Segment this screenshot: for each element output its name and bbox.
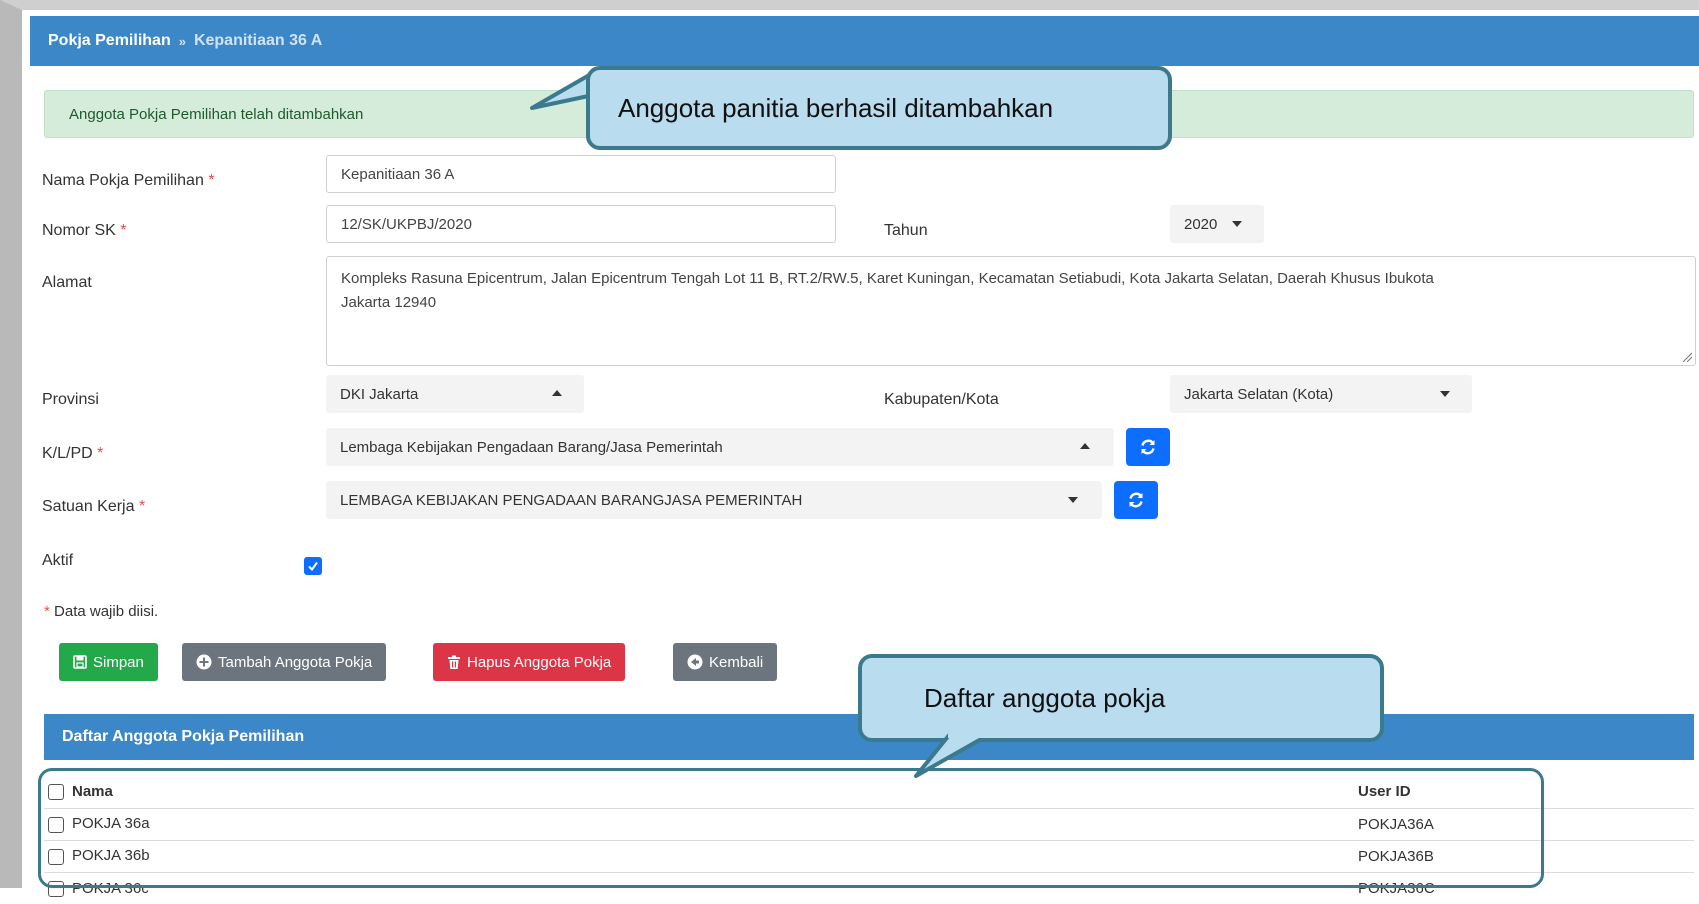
tahun-label: Tahun xyxy=(884,222,928,239)
column-nama-label: Nama xyxy=(72,783,113,801)
simpan-button[interactable]: Simpan xyxy=(59,643,158,681)
success-callout-text: Anggota panitia berhasil ditambahkan xyxy=(618,92,1054,123)
hapus-label: Hapus Anggota Pokja xyxy=(467,653,612,671)
required-note: * Data wajib diisi. xyxy=(44,603,158,620)
klpd-label-text: K/L/PD xyxy=(42,445,93,462)
kabupaten-select[interactable]: Jakarta Selatan (Kota) xyxy=(1170,375,1472,413)
provinsi-value: DKI Jakarta xyxy=(340,385,419,403)
chevron-down-icon xyxy=(1232,221,1242,227)
tahun-select[interactable]: 2020 xyxy=(1170,205,1264,243)
klpd-value: Lembaga Kebijakan Pengadaan Barang/Jasa … xyxy=(340,438,723,456)
row-nama: POKJA 36a xyxy=(44,807,1354,840)
satker-label: Satuan Kerja * xyxy=(42,498,145,516)
row-user-id: POKJA36A xyxy=(1354,807,1694,840)
tambah-anggota-button[interactable]: Tambah Anggota Pokja xyxy=(182,643,387,681)
kembali-label: Kembali xyxy=(709,653,764,671)
resize-grip-icon[interactable] xyxy=(1682,352,1692,362)
table-row[interactable]: POKJA 36c POKJA36C xyxy=(44,871,1694,904)
kabupaten-value: Jakarta Selatan (Kota) xyxy=(1184,385,1334,403)
column-nama: Nama xyxy=(44,776,1354,808)
table-row[interactable]: POKJA 36b POKJA36B xyxy=(44,839,1694,872)
arrow-left-circle-icon xyxy=(687,654,703,670)
anggota-table: Nama User ID POKJA 36a POKJA36A POKJA 36… xyxy=(44,776,1694,904)
plus-circle-icon xyxy=(196,654,212,670)
required-note-text: Data wajib diisi. xyxy=(54,603,159,620)
row-nama-text: POKJA 36c xyxy=(72,879,149,897)
alamat-line-1: Kompleks Rasuna Epicentrum, Jalan Epicen… xyxy=(341,270,1434,287)
nomor-sk-label: Nomor SK * xyxy=(42,222,126,240)
required-marker: * xyxy=(44,603,50,620)
kabupaten-label: Kabupaten/Kota xyxy=(884,391,999,408)
nomor-sk-input[interactable]: 12/SK/UKPBJ/2020 xyxy=(326,205,836,243)
satker-refresh-button[interactable] xyxy=(1114,481,1158,519)
klpd-refresh-button[interactable] xyxy=(1126,428,1170,466)
satker-label-text: Satuan Kerja xyxy=(42,498,135,515)
aktif-checkbox[interactable] xyxy=(304,557,322,575)
table-row[interactable]: POKJA 36a POKJA36A xyxy=(44,807,1694,840)
tambah-label: Tambah Anggota Pokja xyxy=(218,653,373,671)
chevron-up-icon xyxy=(1080,443,1090,449)
refresh-icon xyxy=(1141,439,1155,455)
nomor-sk-value: 12/SK/UKPBJ/2020 xyxy=(341,215,472,233)
required-marker: * xyxy=(97,445,104,462)
trash-icon xyxy=(448,655,460,669)
nama-pokja-value: Kepanitiaan 36 A xyxy=(341,165,455,183)
satker-value: LEMBAGA KEBIJAKAN PENGADAAN BARANGJASA P… xyxy=(340,491,803,509)
chevron-up-icon xyxy=(552,390,562,396)
refresh-icon xyxy=(1129,492,1143,508)
breadcrumb-current: Kepanitiaan 36 A xyxy=(193,32,323,49)
row-user-id: POKJA36B xyxy=(1354,839,1694,872)
required-marker: * xyxy=(120,222,127,239)
row-nama: POKJA 36c xyxy=(44,871,1354,904)
select-all-checkbox[interactable] xyxy=(48,784,64,801)
alamat-label: Alamat xyxy=(42,274,92,291)
alamat-line-2: Jakarta 12940 xyxy=(341,294,437,311)
row-checkbox[interactable] xyxy=(48,816,64,833)
daftar-anggota-title: Daftar Anggota Pokja Pemilihan xyxy=(62,728,305,745)
row-user-id: POKJA36C xyxy=(1354,871,1694,904)
nama-pokja-input[interactable]: Kepanitiaan 36 A xyxy=(326,155,836,193)
row-checkbox[interactable] xyxy=(48,848,64,865)
provinsi-label: Provinsi xyxy=(42,391,99,408)
check-icon xyxy=(308,561,318,572)
nama-pokja-label: Nama Pokja Pemilihan * xyxy=(42,172,215,190)
save-icon xyxy=(73,655,87,669)
tahun-value: 2020 xyxy=(1184,215,1218,233)
nama-pokja-label-text: Nama Pokja Pemilihan xyxy=(42,172,204,189)
required-marker: * xyxy=(138,498,146,515)
kembali-button[interactable]: Kembali xyxy=(673,643,778,681)
callout-pointer xyxy=(914,730,994,778)
list-callout: Daftar anggota pokja xyxy=(858,654,1384,742)
table-header-row: Nama User ID xyxy=(44,776,1694,808)
provinsi-select[interactable]: DKI Jakarta xyxy=(326,375,584,413)
row-checkbox[interactable] xyxy=(48,880,64,897)
klpd-select[interactable]: Lembaga Kebijakan Pengadaan Barang/Jasa … xyxy=(326,428,1114,466)
simpan-label: Simpan xyxy=(93,653,144,671)
alamat-textarea[interactable]: Kompleks Rasuna Epicentrum, Jalan Epicen… xyxy=(326,256,1696,366)
aktif-label: Aktif xyxy=(42,552,74,569)
nomor-sk-label-text: Nomor SK xyxy=(42,222,116,239)
success-callout: Anggota panitia berhasil ditambahkan xyxy=(586,66,1172,150)
hapus-anggota-button[interactable]: Hapus Anggota Pokja xyxy=(433,643,626,681)
breadcrumb: Pokja Pemilihan » Kepanitiaan 36 A xyxy=(30,16,1699,66)
row-nama-text: POKJA 36a xyxy=(72,815,150,833)
breadcrumb-pokja-pemilihan[interactable]: Pokja Pemilihan xyxy=(48,32,171,50)
column-user-id: User ID xyxy=(1358,783,1411,801)
required-marker: * xyxy=(208,172,215,189)
satker-select[interactable]: LEMBAGA KEBIJAKAN PENGADAAN BARANGJASA P… xyxy=(326,481,1102,519)
chevron-down-icon xyxy=(1440,391,1450,397)
row-nama-text: POKJA 36b xyxy=(72,847,150,865)
list-callout-text: Daftar anggota pokja xyxy=(924,682,1166,713)
breadcrumb-separator: » xyxy=(178,33,186,49)
chevron-down-icon xyxy=(1068,497,1078,503)
success-alert-text: Anggota Pokja Pemilihan telah ditambahka… xyxy=(69,105,364,123)
row-nama: POKJA 36b xyxy=(44,839,1354,872)
klpd-label: K/L/PD * xyxy=(42,445,103,463)
